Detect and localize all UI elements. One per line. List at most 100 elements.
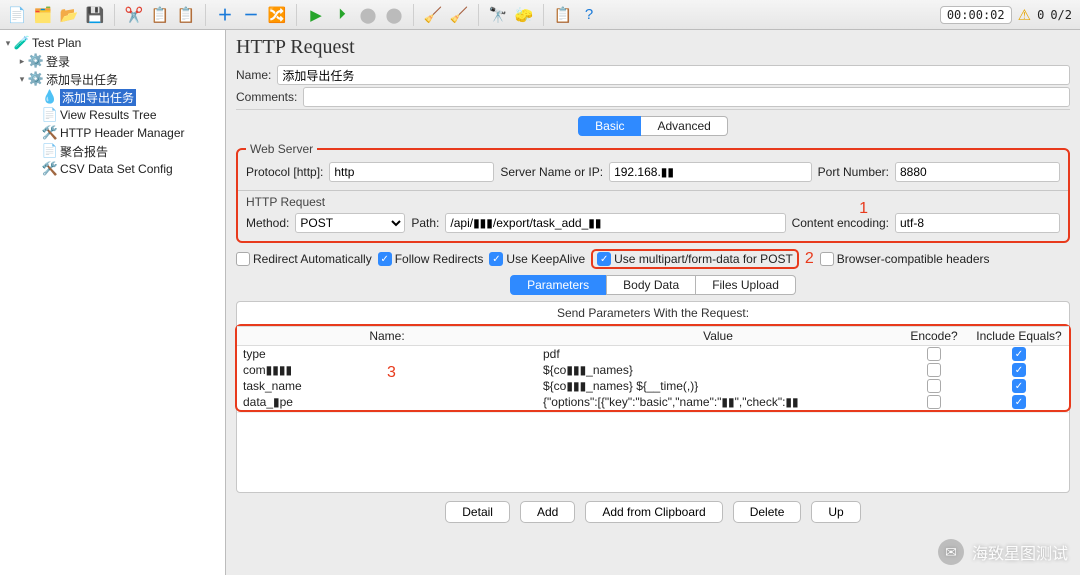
tab-body-data[interactable]: Body Data [606,275,696,295]
annotation-3: 3 [387,364,396,382]
chevron-right-icon[interactable]: ▸ [16,56,28,67]
table-row[interactable]: data_▮pe [237,394,537,410]
delete-button[interactable]: Delete [733,501,802,523]
http-request-legend: HTTP Request [246,195,1060,209]
method-select[interactable]: POST [295,213,405,233]
warning-icon[interactable]: ⚠ [1018,6,1031,24]
test-plan-tree[interactable]: ▾ 🧪 Test Plan ▸ ⚙️ 登录 ▾ ⚙️ 添加导出任务 💧 添加导出… [0,30,226,575]
wrench-icon: 🛠️ [42,125,58,141]
gear-icon: ⚙️ [28,71,44,87]
watermark-text: 海致星图测试 [972,540,1068,564]
tree-label: 添加导出任务 [60,89,136,106]
run-icon[interactable]: ▶ [304,3,328,27]
search-icon[interactable]: 🔭 [486,3,510,27]
warn-count: 0 [1037,8,1044,22]
collapse-minus-icon[interactable]: － [239,3,263,27]
clear-all-icon[interactable]: 🧹 [447,3,471,27]
table-row[interactable]: pdf [537,346,899,362]
tree-node-header-manager[interactable]: 🛠️ HTTP Header Manager [0,124,225,142]
open-folder-icon[interactable]: 📂 [57,3,81,27]
paste-icon[interactable]: 📋 [174,3,198,27]
tree-label: View Results Tree [60,108,157,122]
protocol-label: Protocol [http]: [246,165,323,179]
table-row[interactable] [899,346,969,362]
save-icon[interactable]: 💾 [83,3,107,27]
col-name[interactable]: Name: [237,326,537,346]
main-toolbar: 📄 🗂️ 📂 💾 ✂️ 📋 📋 ＋ － 🔀 ▶ ⏵ ⬤ ⬤ 🧹 🧹 🔭 🧽 📋 … [0,0,1080,30]
protocol-input[interactable] [329,162,494,182]
col-include[interactable]: Include Equals? [969,326,1069,346]
folder-templates-icon[interactable]: 🗂️ [31,3,55,27]
table-row[interactable]: ✓ [969,378,1069,394]
tree-label: 聚合报告 [60,143,108,160]
chk-keepalive[interactable]: ✓Use KeepAlive [489,252,585,266]
table-row[interactable]: ${co▮▮▮_names} ${__time(,)} [537,378,899,394]
dropper-icon: 💧 [42,89,58,105]
annotation-2: 2 [805,250,814,268]
stop-icon[interactable]: ⬤ [356,3,380,27]
add-button[interactable]: Add [520,501,575,523]
cut-icon[interactable]: ✂️ [122,3,146,27]
table-row[interactable]: {"options":[{"key":"basic","name":"▮▮","… [537,394,899,410]
col-encode[interactable]: Encode? [899,326,969,346]
tab-basic[interactable]: Basic [578,116,641,136]
tab-files-upload[interactable]: Files Upload [696,275,796,295]
chk-follow-redirects[interactable]: ✓Follow Redirects [378,252,484,266]
server-input[interactable] [609,162,812,182]
reset-search-icon[interactable]: 🧽 [512,3,536,27]
wechat-icon: ✉ [938,539,964,565]
encoding-label: Content encoding: [792,216,889,230]
tree-label: HTTP Header Manager [60,126,185,140]
chevron-down-icon[interactable]: ▾ [2,38,14,49]
port-input[interactable] [895,162,1060,182]
clear-icon[interactable]: 🧹 [421,3,445,27]
tree-label: 登录 [46,53,70,70]
chevron-down-icon[interactable]: ▾ [16,74,28,85]
tab-advanced[interactable]: Advanced [641,116,727,136]
tree-node-addtask-group[interactable]: ▾ ⚙️ 添加导出任务 [0,70,225,88]
add-from-clipboard-button[interactable]: Add from Clipboard [585,501,722,523]
elapsed-timer: 00:00:02 [940,6,1012,24]
tab-parameters[interactable]: Parameters [510,275,606,295]
chk-redirect-auto[interactable]: Redirect Automatically [236,252,372,266]
col-value[interactable]: Value [537,326,899,346]
thread-counter: 0/2 [1050,8,1072,22]
help-icon[interactable]: ? [577,3,601,27]
run-no-timers-icon[interactable]: ⏵ [330,3,354,27]
name-input[interactable] [277,65,1070,85]
toggle-icon[interactable]: 🔀 [265,3,289,27]
table-row[interactable] [899,394,969,410]
chk-browser-compat[interactable]: Browser-compatible headers [820,252,990,266]
new-file-icon[interactable]: 📄 [5,3,29,27]
table-row[interactable]: ✓ [969,362,1069,378]
path-input[interactable] [445,213,785,233]
tree-node-test-plan[interactable]: ▾ 🧪 Test Plan [0,34,225,52]
tree-label: 添加导出任务 [46,71,118,88]
copy-icon[interactable]: 📋 [148,3,172,27]
parameters-table: Send Parameters With the Request: Name: … [236,301,1070,493]
comments-input[interactable] [303,87,1070,107]
shutdown-icon[interactable]: ⬤ [382,3,406,27]
function-helper-icon[interactable]: 📋 [551,3,575,27]
chk-multipart[interactable]: ✓Use multipart/form-data for POST [591,249,799,269]
tree-node-view-results[interactable]: 📄 View Results Tree [0,106,225,124]
table-row[interactable] [899,362,969,378]
table-row[interactable]: type [237,346,537,362]
encoding-input[interactable] [895,213,1060,233]
tree-node-addtask-sampler[interactable]: 💧 添加导出任务 [0,88,225,106]
tree-node-csv-config[interactable]: 🛠️ CSV Data Set Config [0,160,225,178]
tree-node-login[interactable]: ▸ ⚙️ 登录 [0,52,225,70]
server-label: Server Name or IP: [500,165,603,179]
tree-node-aggregate[interactable]: 📄 聚合报告 [0,142,225,160]
tree-label: CSV Data Set Config [60,162,173,176]
table-row[interactable]: ✓ [969,346,1069,362]
expand-plus-icon[interactable]: ＋ [213,3,237,27]
table-row[interactable] [899,378,969,394]
table-row[interactable]: ✓ [969,394,1069,410]
table-row[interactable]: ${co▮▮▮_names} [537,362,899,378]
detail-button[interactable]: Detail [445,501,510,523]
editor-panel: HTTP Request Name: Comments: Basic Advan… [226,30,1080,575]
wrench-icon: 🛠️ [42,161,58,177]
up-button[interactable]: Up [811,501,860,523]
web-server-legend: Web Server [246,142,317,156]
